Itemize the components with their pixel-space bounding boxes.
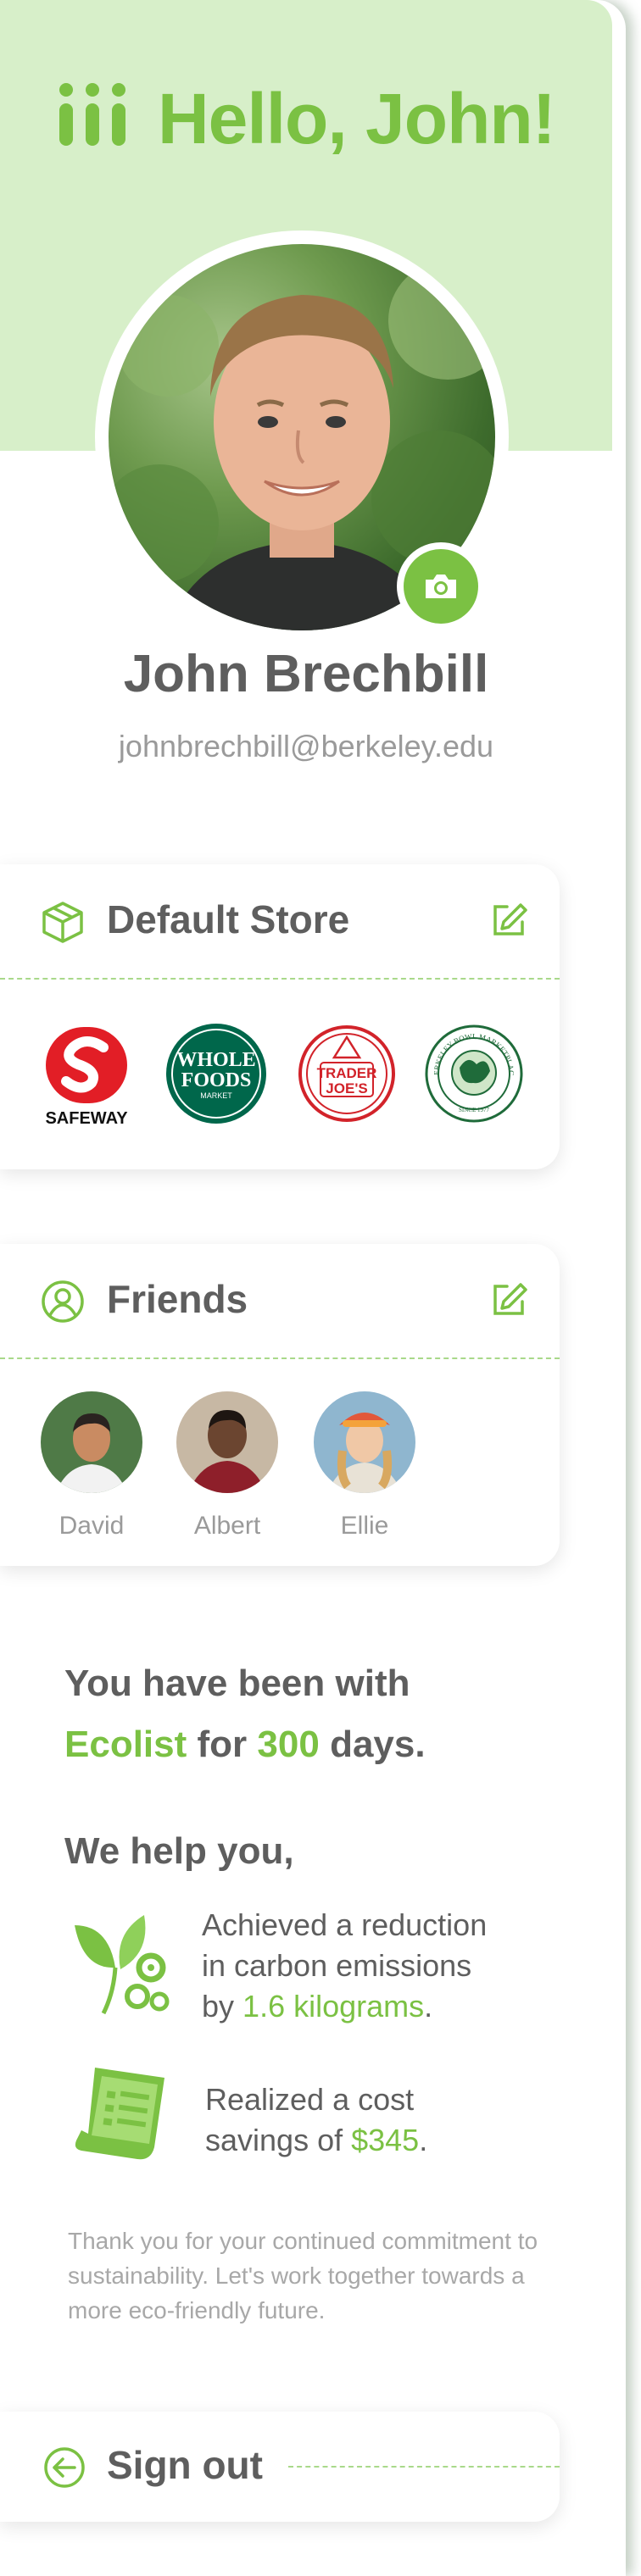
friend-photo	[176, 1391, 278, 1493]
store-trader-joes[interactable]: TRADER JOE'S	[297, 1024, 397, 1124]
berkeley-bowl-since: SINCE 1977	[459, 1107, 489, 1113]
days-count: 300	[257, 1724, 320, 1765]
leaf-gear-icon	[75, 1915, 170, 2015]
profile-email: johnbrechbill@berkeley.edu	[118, 729, 494, 763]
default-store-card: Default Store SAFEWAY WHOLE FOODS MARKET	[0, 864, 560, 1169]
sign-out-label: Sign out	[107, 2443, 263, 2487]
arrow-left-circle-icon	[44, 2447, 85, 2488]
stats-duration-line1: You have been with	[64, 1663, 410, 1704]
trader-joes-label-1: TRADER	[317, 1065, 377, 1081]
receipt-icon	[75, 2068, 164, 2160]
whole-foods-label-1: WHOLE	[176, 1049, 255, 1071]
user-circle-icon	[42, 1280, 84, 1323]
help-heading: We help you,	[64, 1830, 294, 1872]
cost-text: Realized a cost savings of $345.	[205, 2079, 427, 2161]
friend-avatar-david[interactable]	[41, 1391, 142, 1493]
whole-foods-label-3: MARKET	[200, 1091, 232, 1100]
ecolist-logo-icon	[59, 83, 125, 146]
camera-icon	[426, 575, 456, 598]
edit-store-button[interactable]	[488, 900, 529, 941]
divider	[0, 1357, 560, 1359]
carbon-text: Achieved a reduction in carbon emissions…	[202, 1905, 487, 2027]
sign-out-button[interactable]: Sign out	[0, 2412, 560, 2522]
default-store-title: Default Store	[107, 897, 350, 941]
cost-line2: savings of $345.	[205, 2120, 427, 2161]
carbon-line2: in carbon emissions	[202, 1948, 472, 1983]
trader-joes-logo-icon: TRADER JOE'S	[298, 1025, 395, 1122]
friend-photo	[314, 1391, 415, 1493]
profile-name: John Brechbill	[123, 645, 489, 703]
divider	[0, 978, 560, 980]
thank-you-note: Thank you for your continued commitment …	[68, 2228, 538, 2323]
cost-line1: Realized a cost	[205, 2082, 415, 2117]
carbon-line3: by 1.6 kilograms.	[202, 1986, 487, 2027]
safeway-label: SAFEWAY	[45, 1109, 128, 1128]
carbon-by-text: by	[202, 1989, 235, 2024]
friend-avatar-ellie[interactable]	[314, 1391, 415, 1493]
friends-card: Friends David Albert Ellie	[0, 1244, 560, 1566]
greeting-title: Hello, John!	[158, 79, 556, 158]
store-berkeley-bowl[interactable]: BERKELEY BOWL MARKETPLACE SINCE 1977	[421, 1017, 524, 1124]
days-suffix: days.	[330, 1724, 426, 1765]
friend-name: David	[59, 1512, 125, 1540]
box-icon	[42, 902, 83, 943]
stats-duration-line2: Ecolist for 300 days.	[64, 1724, 426, 1766]
default-store-header: Default Store	[0, 864, 560, 978]
carbon-line1: Achieved a reduction	[202, 1907, 488, 1942]
app-name: Ecolist	[64, 1724, 187, 1765]
carbon-period: .	[424, 1989, 433, 2024]
friends-header: Friends	[0, 1244, 560, 1357]
friend-photo	[41, 1391, 142, 1493]
whole-foods-logo-icon: WHOLE FOODS MARKET	[171, 1029, 261, 1119]
friend-name: Albert	[193, 1512, 261, 1540]
cost-amount: $345	[351, 2123, 420, 2157]
change-photo-button[interactable]	[397, 542, 485, 630]
whole-foods-label-2: FOODS	[181, 1069, 252, 1091]
store-safeway[interactable]: SAFEWAY	[32, 1024, 141, 1128]
cost-prefix: savings of	[205, 2123, 343, 2157]
berkeley-bowl-logo-icon: BERKELEY BOWL MARKETPLACE SINCE 1977	[421, 1017, 523, 1123]
trader-joes-label-2: JOE'S	[326, 1080, 367, 1096]
store-whole-foods[interactable]: WHOLE FOODS MARKET	[166, 1024, 266, 1124]
cost-period: .	[419, 2123, 428, 2157]
for-text: for	[197, 1724, 248, 1765]
divider	[288, 2466, 560, 2468]
friend-avatar-albert[interactable]	[176, 1391, 278, 1493]
friend-name: Ellie	[340, 1512, 389, 1540]
friends-title: Friends	[107, 1277, 248, 1321]
carbon-amount: 1.6 kilograms	[242, 1989, 425, 2024]
edit-friends-button[interactable]	[488, 1280, 529, 1320]
safeway-logo-icon: SAFEWAY	[45, 1027, 128, 1128]
